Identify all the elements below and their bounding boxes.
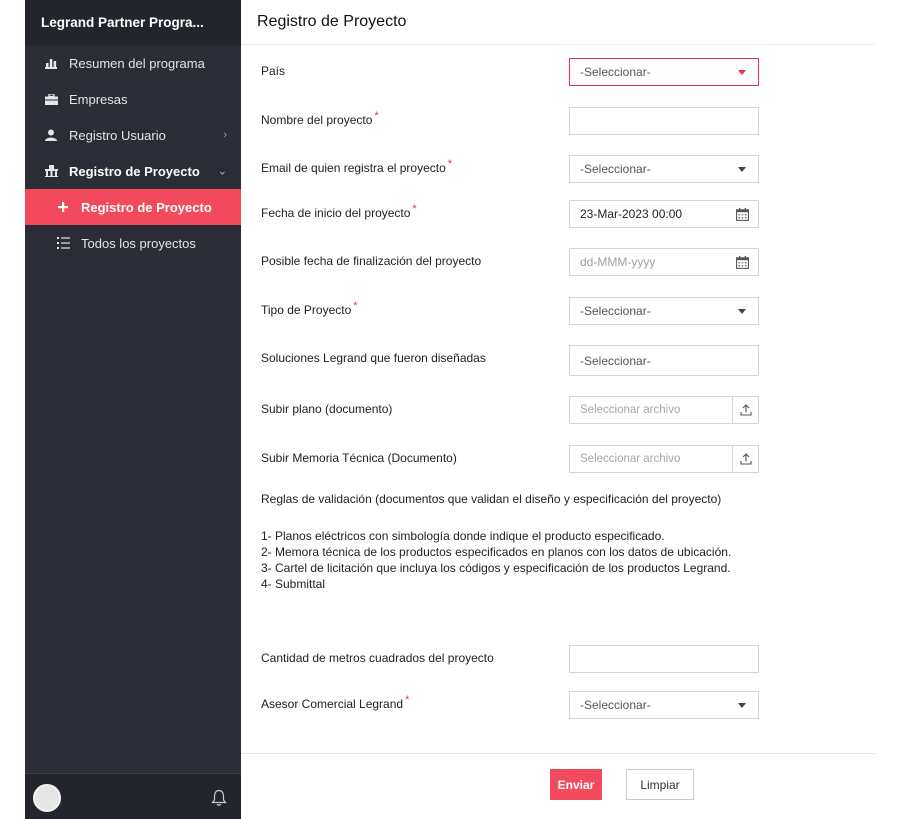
upload-button[interactable] bbox=[732, 446, 758, 472]
upload-icon bbox=[739, 404, 752, 416]
field-label: Fecha de inicio del proyecto * bbox=[261, 203, 417, 221]
bell-icon[interactable] bbox=[211, 789, 227, 807]
calendar-icon[interactable] bbox=[736, 208, 749, 221]
rules-title: Reglas de validación (documentos que val… bbox=[261, 492, 722, 506]
main-content: Registro de Proyecto País -Seleccionar- … bbox=[241, 0, 875, 819]
app-brand-title[interactable]: Legrand Partner Progra... bbox=[25, 0, 241, 45]
nombre-proyecto-input[interactable] bbox=[569, 107, 759, 135]
caret-down-icon bbox=[738, 309, 746, 314]
memoria-file-input[interactable]: Seleccionar archivo bbox=[569, 445, 759, 473]
form-footer-divider bbox=[241, 753, 875, 754]
sidebar-item-resumen[interactable]: Resumen del programa bbox=[25, 45, 241, 81]
field-label: Soluciones Legrand que fueron diseñadas bbox=[261, 351, 486, 365]
rule-line: 2- Memora técnica de los productos espec… bbox=[261, 545, 732, 559]
user-icon bbox=[43, 127, 59, 143]
field-label: Nombre del proyecto * bbox=[261, 110, 379, 128]
form-row-tipo: Tipo de Proyecto * -Seleccionar- bbox=[261, 297, 761, 325]
sidebar-item-label: Empresas bbox=[69, 91, 128, 107]
chevron-right-icon: › bbox=[223, 129, 227, 141]
form-row-subir-plano: Subir plano (documento) Seleccionar arch… bbox=[261, 396, 761, 424]
fecha-fin-input[interactable]: dd-MMM-yyyy bbox=[569, 248, 759, 276]
field-label: Asesor Comercial Legrand * bbox=[261, 694, 410, 712]
form-row-nombre: Nombre del proyecto * bbox=[261, 107, 761, 135]
sidebar-item-label: Registro de Proyecto bbox=[81, 199, 212, 215]
caret-down-icon bbox=[738, 70, 746, 75]
form-row-metros: Cantidad de metros cuadrados del proyect… bbox=[261, 645, 761, 673]
sidebar: Legrand Partner Progra... Resumen del pr… bbox=[25, 0, 241, 819]
briefcase-icon bbox=[43, 91, 59, 107]
bar-chart-icon bbox=[43, 55, 59, 71]
plano-file-input[interactable]: Seleccionar archivo bbox=[569, 396, 759, 424]
rule-line: 4- Submittal bbox=[261, 577, 326, 591]
calendar-icon[interactable] bbox=[736, 256, 749, 269]
upload-button[interactable] bbox=[732, 397, 758, 423]
field-label: Subir plano (documento) bbox=[261, 402, 393, 416]
rule-line: 3- Cartel de licitación que incluya los … bbox=[261, 561, 731, 575]
caret-down-icon bbox=[738, 167, 746, 172]
metros-cuadrados-input[interactable] bbox=[569, 645, 759, 673]
chevron-down-icon: ⌄ bbox=[217, 165, 227, 178]
form-row-subir-memoria: Subir Memoria Técnica (Documento) Selecc… bbox=[261, 445, 761, 473]
plus-icon bbox=[55, 199, 71, 215]
sidebar-subitem-todos-proyectos[interactable]: Todos los proyectos bbox=[25, 225, 241, 261]
sidebar-footer bbox=[25, 773, 241, 819]
fecha-inicio-input[interactable]: 23-Mar-2023 00:00 bbox=[569, 200, 759, 228]
field-label: Cantidad de metros cuadrados del proyect… bbox=[261, 651, 494, 665]
upload-icon bbox=[739, 453, 752, 465]
page-title: Registro de Proyecto bbox=[241, 0, 875, 45]
form-row-fecha-inicio: Fecha de inicio del proyecto * 23-Mar-202… bbox=[261, 200, 761, 228]
rule-line: 1- Planos eléctricos con simbología dond… bbox=[261, 529, 665, 543]
building-icon bbox=[43, 163, 59, 179]
tipo-proyecto-select[interactable]: -Seleccionar- bbox=[569, 297, 759, 325]
sidebar-item-label: Resumen del programa bbox=[69, 55, 205, 71]
sidebar-item-label: Registro de Proyecto bbox=[69, 163, 200, 179]
sidebar-item-empresas[interactable]: Empresas bbox=[25, 81, 241, 117]
soluciones-multiselect[interactable]: -Seleccionar- bbox=[569, 345, 759, 376]
reset-button[interactable]: Limpiar bbox=[626, 769, 694, 800]
field-label: Tipo de Proyecto * bbox=[261, 300, 358, 318]
form-row-pais: País -Seleccionar- bbox=[261, 58, 761, 86]
avatar[interactable] bbox=[33, 784, 61, 812]
submit-button[interactable]: Enviar bbox=[550, 769, 602, 800]
validation-rules: Reglas de validación (documentos que val… bbox=[261, 492, 861, 592]
email-select[interactable]: -Seleccionar- bbox=[569, 155, 759, 183]
sidebar-item-label: Registro Usuario bbox=[69, 127, 166, 143]
sidebar-subitem-registro-proyecto[interactable]: Registro de Proyecto bbox=[25, 189, 241, 225]
form-row-asesor: Asesor Comercial Legrand * -Seleccionar- bbox=[261, 691, 761, 719]
field-label: Posible fecha de finalización del proyec… bbox=[261, 254, 482, 268]
form-row-fecha-fin: Posible fecha de finalización del proyec… bbox=[261, 248, 761, 276]
asesor-select[interactable]: -Seleccionar- bbox=[569, 691, 759, 719]
pais-select[interactable]: -Seleccionar- bbox=[569, 58, 759, 86]
form-row-soluciones: Soluciones Legrand que fueron diseñadas … bbox=[261, 345, 761, 376]
field-label: Subir Memoria Técnica (Documento) bbox=[261, 451, 457, 465]
field-label: País bbox=[261, 64, 286, 78]
list-icon bbox=[55, 235, 71, 251]
sidebar-item-registro-usuario[interactable]: Registro Usuario › bbox=[25, 117, 241, 153]
field-label: Email de quien registra el proyecto * bbox=[261, 158, 453, 176]
sidebar-item-registro-proyecto[interactable]: Registro de Proyecto ⌄ bbox=[25, 153, 241, 189]
sidebar-item-label: Todos los proyectos bbox=[81, 235, 196, 251]
form-row-email: Email de quien registra el proyecto * -Se… bbox=[261, 155, 761, 183]
caret-down-icon bbox=[738, 703, 746, 708]
